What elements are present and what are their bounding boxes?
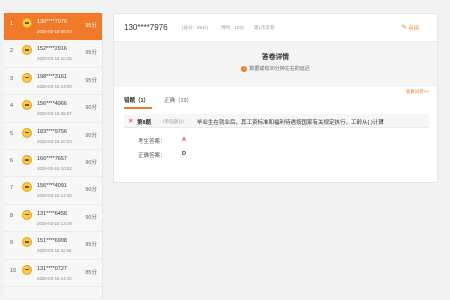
detail-banner: 答卷详情 ! 数据或有30分钟左右的延迟 — [114, 42, 437, 87]
score: 85分 — [85, 242, 97, 249]
score: 95分 — [85, 50, 97, 57]
list-item[interactable]: 9 151****6908 2020-03-15 11:56 85分 — [4, 232, 102, 260]
score: 90分 — [85, 159, 97, 166]
phone-number: 156****4966 — [37, 101, 67, 108]
correct-answer-label: 正确答案： — [138, 153, 166, 159]
user-answer-label: 考生答案： — [138, 139, 166, 145]
answer-detail-card: 130****7976 (总分：95分) 用时：10分 第1次答卷 ✎ 点评 答… — [113, 13, 438, 183]
phone-number: 131****6458 — [37, 210, 67, 217]
avatar-icon — [22, 154, 32, 165]
candidate-phone: 130****7976 — [124, 23, 168, 32]
timestamp: 2020-03-15 09:03 — [37, 29, 72, 34]
list-item[interactable]: 2 152****2916 2020-03-15 10:45 95分 — [4, 40, 102, 68]
view-paper-link[interactable]: 查看试卷>> — [406, 89, 429, 95]
avatar-icon — [22, 209, 32, 220]
question-header[interactable]: ✕ 第8题 （单选题分） 毕业生在就业后，其工资标准和福利待遇按国家有关规定执行… — [124, 114, 429, 128]
phone-number: 151****6908 — [37, 238, 67, 245]
score: 95分 — [85, 77, 97, 84]
timestamp: 2020-03-15 13:09 — [37, 83, 72, 89]
rank-number: 7 — [10, 185, 14, 192]
avatar-icon — [22, 100, 32, 111]
timestamp: 2020-03-15 10:23 — [37, 138, 72, 144]
user-answer-value: A — [182, 137, 186, 143]
correct-answer-value: D — [182, 151, 186, 157]
timestamp: 2020-03-15 13:19 — [37, 220, 72, 226]
timestamp: 2020-03-15 06:57 — [37, 111, 72, 117]
timestamp: 2020-03-15 14:43 — [37, 275, 72, 281]
rank-number: 6 — [10, 157, 14, 164]
comment-button[interactable]: 点评 — [408, 24, 419, 32]
tab-wrong[interactable]: 错题（1） — [124, 96, 149, 104]
active-tab-indicator — [124, 107, 152, 109]
delay-notice: ! 数据或有30分钟左右的延迟 — [114, 65, 437, 72]
list-item[interactable]: 8 131****6458 2020-03-15 13:19 90分 — [4, 205, 102, 233]
comment-icon[interactable]: ✎ — [402, 23, 407, 31]
phone-number: 156****4091 — [37, 183, 67, 190]
rank-number: 4 — [10, 103, 14, 110]
answer-tabs: 错题（1） 正确（19） 查看试卷>> — [114, 87, 437, 109]
detail-header: 130****7976 (总分：95分) 用时：10分 第1次答卷 ✎ 点评 — [114, 14, 437, 42]
avatar-icon — [22, 72, 32, 83]
list-item[interactable]: 10 131****0727 2020-03-15 14:43 85分 — [4, 260, 102, 287]
question-item: ✕ 第8题 （单选题分） 毕业生在就业后，其工资标准和福利待遇按国家有关规定执行… — [124, 114, 429, 174]
avatar-icon — [22, 182, 32, 193]
wrong-mark-icon: ✕ — [128, 118, 134, 125]
attempt-count: 第1次答卷 — [254, 25, 275, 30]
rank-number: 9 — [10, 240, 14, 247]
time-used: 用时：10分 — [221, 25, 245, 30]
question-text: 毕业生在就业后，其工资标准和福利待遇按国家有关规定执行，工龄从( )计算 — [197, 120, 384, 126]
rank-number: 5 — [10, 130, 14, 137]
question-number: 第8题 — [137, 120, 152, 126]
avatar-icon — [22, 127, 32, 138]
score: 90分 — [85, 187, 97, 194]
ranking-list: 1 130****7976 2020-03-15 09:03 95分 2 152… — [4, 13, 103, 298]
list-item[interactable]: 3 198****3161 2020-03-15 13:09 95分 — [4, 68, 102, 96]
tab-correct[interactable]: 正确（19） — [164, 96, 192, 104]
page-title: 答卷详情 — [261, 54, 290, 61]
avatar-icon — [22, 45, 32, 56]
score: 90分 — [85, 105, 97, 112]
list-item[interactable]: 1 130****7976 2020-03-15 09:03 95分 — [4, 13, 102, 41]
score: 90分 — [85, 214, 97, 221]
rank-number: 10 — [10, 267, 17, 274]
timestamp: 2020-03-15 10:52 — [37, 165, 72, 171]
avatar-icon — [22, 18, 32, 28]
phone-number: 130****7976 — [37, 19, 67, 25]
rank-number: 8 — [10, 212, 14, 219]
chevron-down-icon[interactable]: ▾ — [381, 118, 384, 124]
rank-number: 2 — [10, 48, 14, 55]
list-item[interactable]: 7 156****4091 2020-03-15 12:40 90分 — [4, 177, 102, 205]
phone-number: 131****0727 — [37, 265, 67, 272]
warning-icon: ! — [241, 65, 248, 72]
rank-number: 1 — [10, 21, 14, 27]
phone-number: 183****9756 — [37, 128, 67, 135]
score: 95分 — [85, 23, 97, 29]
timestamp: 2020-03-15 10:45 — [37, 56, 72, 62]
avatar-icon — [22, 237, 32, 248]
phone-number: 198****3161 — [37, 73, 67, 80]
delay-notice-text: 数据或有30分钟左右的延迟 — [249, 66, 310, 72]
phone-number: 152****2916 — [37, 46, 67, 53]
score: 90分 — [85, 132, 97, 139]
list-item[interactable]: 6 166****7657 2020-03-15 10:52 90分 — [4, 150, 102, 178]
rank-number: 3 — [10, 75, 14, 82]
score: 85分 — [85, 269, 97, 276]
phone-number: 166****7657 — [37, 155, 67, 162]
avatar-icon — [22, 264, 32, 275]
total-score: (总分：95分) — [182, 25, 209, 30]
timestamp: 2020-03-15 11:56 — [37, 248, 72, 254]
list-item[interactable]: 4 156****4966 2020-03-15 06:57 90分 — [4, 95, 102, 123]
question-type: （单选题分） — [160, 118, 187, 124]
list-item[interactable]: 5 183****9756 2020-03-15 10:23 90分 — [4, 123, 102, 150]
timestamp: 2020-03-15 12:40 — [37, 193, 72, 199]
